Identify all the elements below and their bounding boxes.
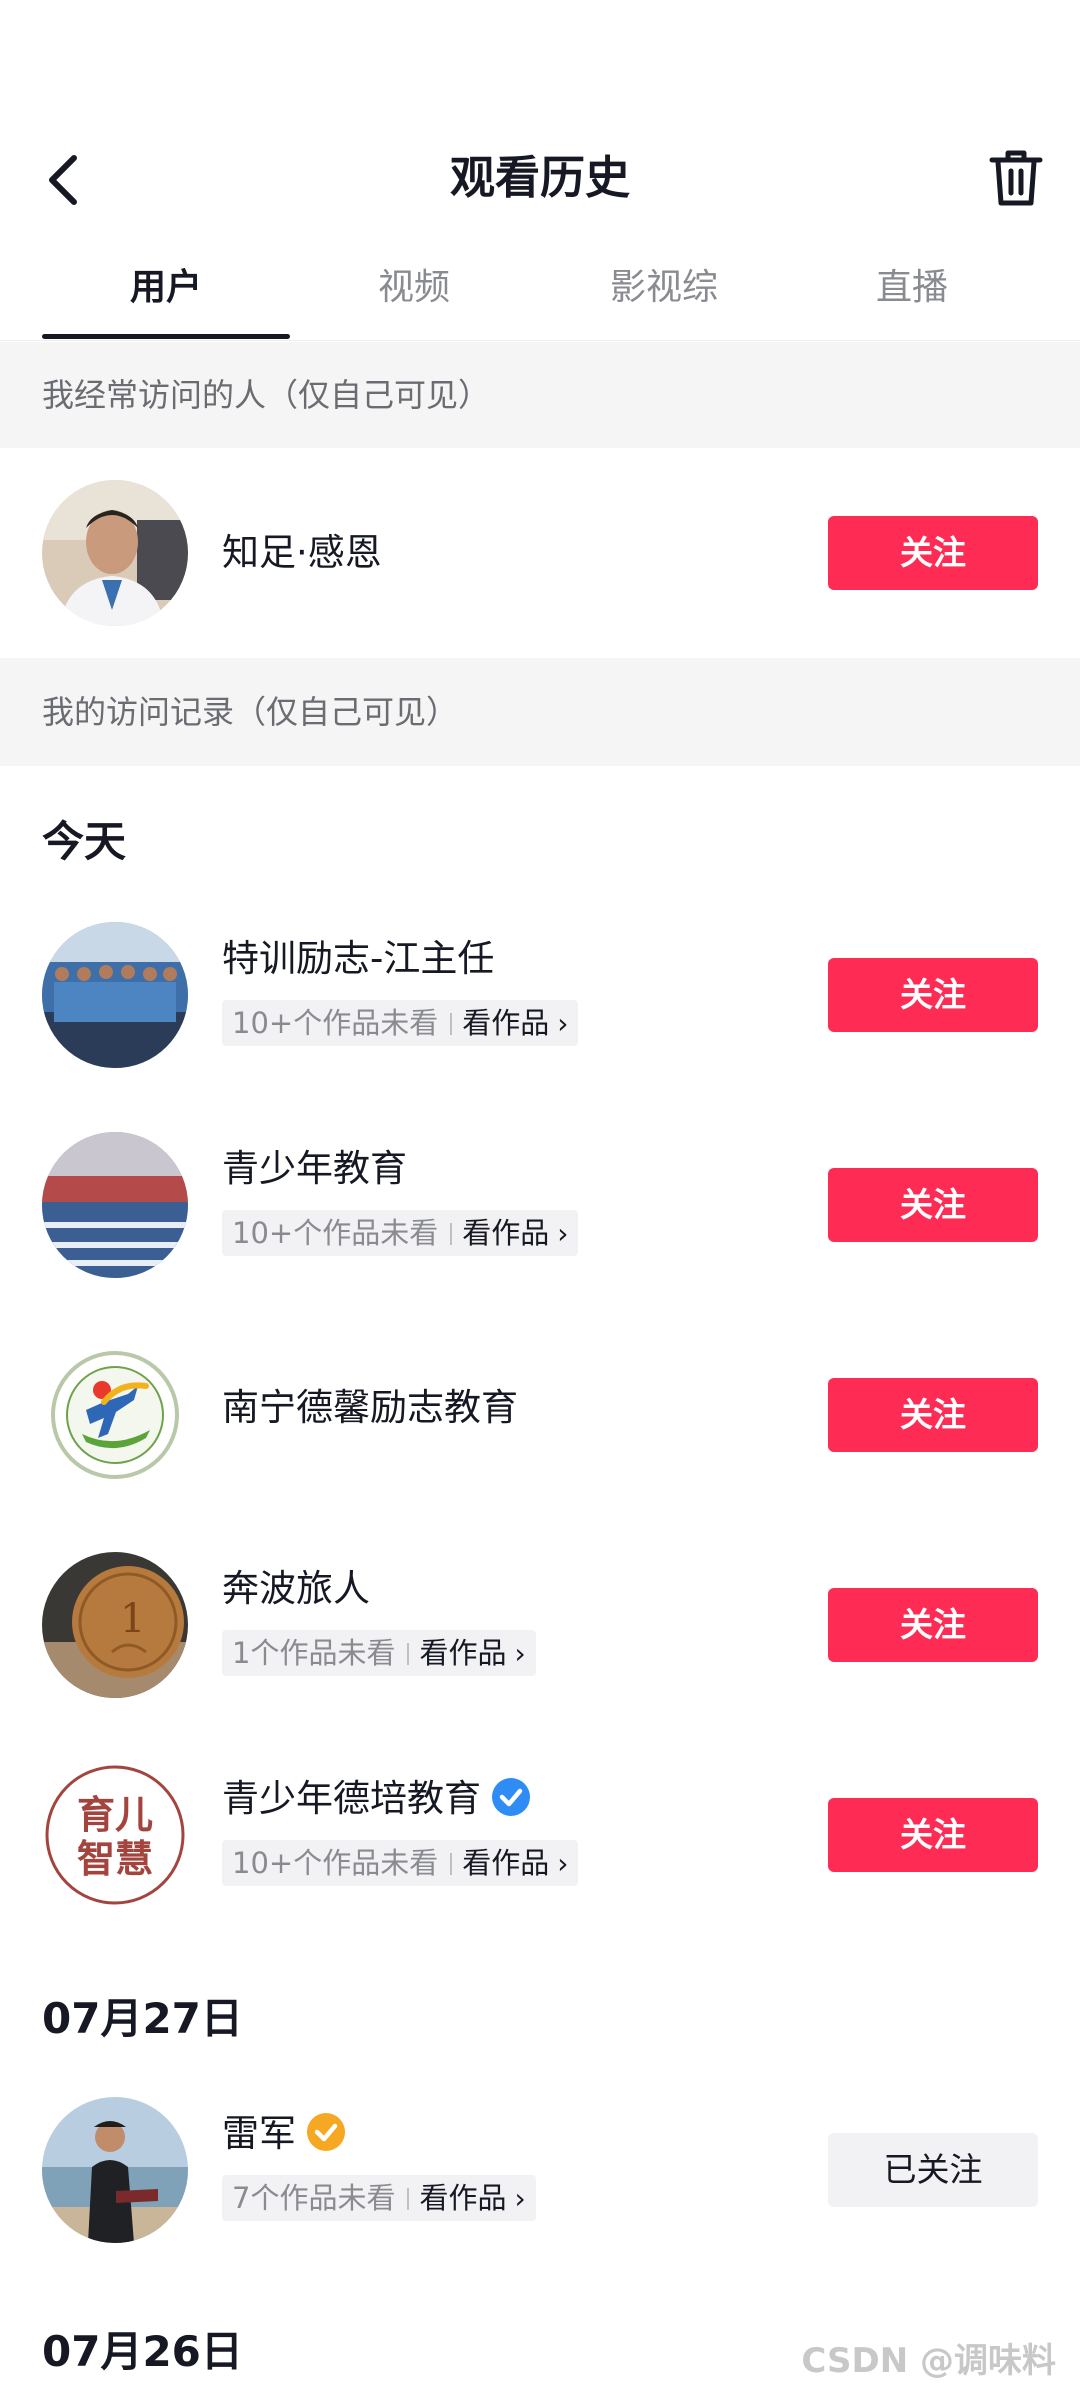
frequent-section-heading: 我经常访问的人（仅自己可见） bbox=[0, 342, 1080, 448]
view-works-link[interactable]: 看作品 bbox=[462, 1006, 549, 1040]
history-user-row[interactable]: 1 奔波旅人 1个作品未看 看作品 › 关注 bbox=[0, 1540, 1080, 1710]
clear-history-button[interactable] bbox=[984, 146, 1048, 210]
user-name: 雷军 bbox=[222, 2111, 346, 2157]
user-name: 奔波旅人 bbox=[222, 1567, 370, 1610]
tab-film-tv[interactable]: 影视综 bbox=[540, 250, 788, 326]
follow-button[interactable]: 关注 bbox=[828, 1168, 1038, 1242]
chevron-right-icon: › bbox=[557, 1217, 569, 1250]
divider bbox=[407, 1643, 410, 1665]
avatar[interactable]: 育儿 智慧 bbox=[42, 1762, 188, 1908]
trash-icon bbox=[989, 150, 1043, 206]
svg-text:育儿: 育儿 bbox=[77, 1793, 153, 1837]
follow-button[interactable]: 关注 bbox=[828, 1798, 1038, 1872]
chevron-right-icon: › bbox=[514, 2182, 526, 2215]
avatar[interactable] bbox=[42, 922, 188, 1068]
frequent-user-row[interactable]: 知足·感恩 关注 bbox=[0, 448, 1080, 658]
view-works-link[interactable]: 看作品 bbox=[462, 1846, 549, 1880]
unseen-count: 10+个作品未看 bbox=[232, 1006, 439, 1040]
watermark: CSDN @调味料 bbox=[801, 2341, 1056, 2381]
history-user-row[interactable]: 青少年教育 10+个作品未看 看作品 › 关注 bbox=[0, 1120, 1080, 1290]
user-name: 青少年德培教育 bbox=[222, 1776, 531, 1822]
followed-button[interactable]: 已关注 bbox=[828, 2133, 1038, 2207]
follow-button[interactable]: 关注 bbox=[828, 1378, 1038, 1452]
history-user-row[interactable]: 南宁德馨励志教育 关注 bbox=[0, 1330, 1080, 1500]
user-name-text: 青少年德培教育 bbox=[222, 1777, 481, 1820]
view-works-link[interactable]: 看作品 bbox=[462, 1216, 549, 1250]
user-name: 知足·感恩 bbox=[222, 531, 382, 574]
divider bbox=[450, 1013, 453, 1035]
svg-text:1: 1 bbox=[120, 1596, 145, 1642]
active-tab-indicator bbox=[42, 334, 290, 339]
user-name: 南宁德馨励志教育 bbox=[222, 1386, 518, 1429]
orange-verified-icon bbox=[307, 2113, 345, 2151]
date-heading: 07月27日 bbox=[42, 1994, 243, 2043]
tab-live[interactable]: 直播 bbox=[788, 250, 1036, 326]
avatar[interactable] bbox=[42, 1342, 188, 1488]
unseen-count: 10+个作品未看 bbox=[232, 1216, 439, 1250]
divider bbox=[450, 1853, 453, 1875]
tab-users[interactable]: 用户 bbox=[42, 250, 290, 326]
tab-bar: 用户 视频 影视综 直播 bbox=[0, 250, 1080, 341]
blue-verified-icon bbox=[492, 1778, 530, 1816]
user-name-text: 雷军 bbox=[222, 2112, 296, 2155]
unseen-works-tag[interactable]: 10+个作品未看 看作品 › bbox=[222, 1840, 579, 1886]
page-title: 观看历史 bbox=[449, 151, 630, 204]
avatar[interactable]: 1 bbox=[42, 1552, 188, 1698]
avatar[interactable] bbox=[42, 2097, 188, 2243]
divider bbox=[450, 1223, 453, 1245]
follow-button[interactable]: 关注 bbox=[828, 1588, 1038, 1662]
unseen-count: 7个作品未看 bbox=[232, 2181, 396, 2215]
chevron-right-icon: › bbox=[557, 1847, 569, 1880]
view-works-link[interactable]: 看作品 bbox=[419, 2181, 506, 2215]
follow-button[interactable]: 关注 bbox=[828, 516, 1038, 590]
history-user-row[interactable]: 育儿 智慧 青少年德培教育 10+个作品未看 看作品 › 关注 bbox=[0, 1750, 1080, 1920]
tab-videos[interactable]: 视频 bbox=[290, 250, 538, 326]
user-name: 青少年教育 bbox=[222, 1147, 407, 1190]
history-user-row[interactable]: 雷军 7个作品未看 看作品 › 已关注 bbox=[0, 2085, 1080, 2255]
unseen-works-tag[interactable]: 7个作品未看 看作品 › bbox=[222, 2175, 536, 2221]
unseen-works-tag[interactable]: 10+个作品未看 看作品 › bbox=[222, 1210, 579, 1256]
unseen-works-tag[interactable]: 10+个作品未看 看作品 › bbox=[222, 1000, 579, 1046]
header: 观看历史 bbox=[0, 140, 1080, 220]
date-heading-today: 今天 bbox=[42, 817, 127, 866]
unseen-count: 1个作品未看 bbox=[232, 1636, 396, 1670]
chevron-right-icon: › bbox=[557, 1007, 569, 1040]
user-name: 特训励志-江主任 bbox=[222, 937, 495, 980]
unseen-count: 10+个作品未看 bbox=[232, 1846, 439, 1880]
avatar[interactable] bbox=[42, 1132, 188, 1278]
unseen-works-tag[interactable]: 1个作品未看 看作品 › bbox=[222, 1630, 536, 1676]
view-works-link[interactable]: 看作品 bbox=[419, 1636, 506, 1670]
chevron-right-icon: › bbox=[514, 1637, 526, 1670]
history-section-heading: 我的访问记录（仅自己可见） bbox=[0, 658, 1080, 766]
avatar[interactable] bbox=[42, 480, 188, 626]
svg-text:智慧: 智慧 bbox=[77, 1837, 153, 1881]
date-heading: 07月26日 bbox=[42, 2327, 243, 2376]
history-user-row[interactable]: 特训励志-江主任 10+个作品未看 看作品 › 关注 bbox=[0, 910, 1080, 1080]
divider bbox=[407, 2188, 410, 2210]
follow-button[interactable]: 关注 bbox=[828, 958, 1038, 1032]
